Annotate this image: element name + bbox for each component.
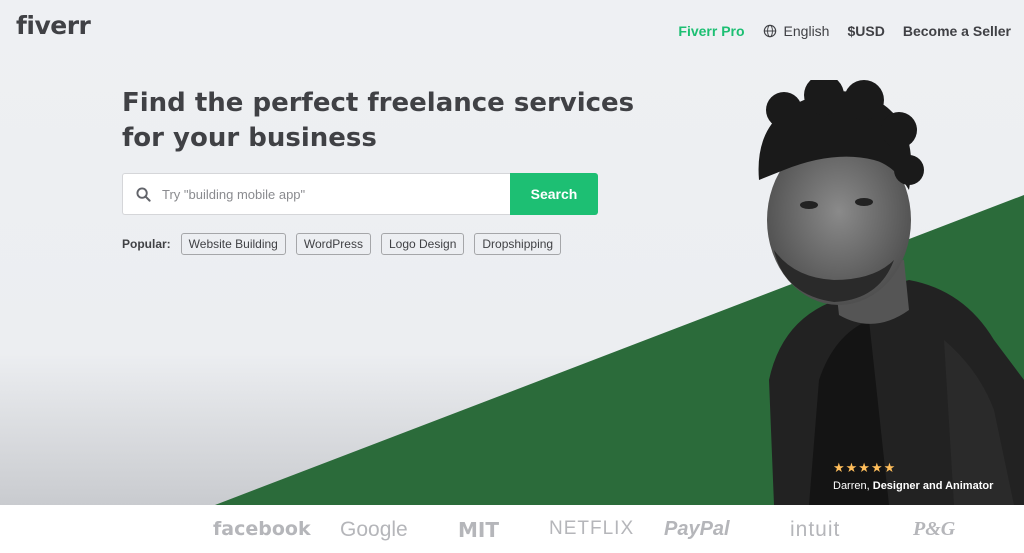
search-button[interactable]: Search <box>510 173 598 215</box>
nav-currency[interactable]: $USD <box>847 23 884 39</box>
globe-icon <box>763 24 776 38</box>
top-header: fiverr Fiverr Pro English $USD Become a … <box>0 0 1024 62</box>
popular-tags: Popular: Website Building WordPress Logo… <box>122 233 571 255</box>
credit-text: Darren, Designer and Animator <box>833 480 993 492</box>
star-icon: ★★★★★ <box>833 460 897 475</box>
nav-language-label: English <box>783 23 830 39</box>
search-input[interactable] <box>162 186 492 202</box>
freelancer-photo <box>758 80 1024 505</box>
nav-fiverr-pro[interactable]: Fiverr Pro <box>678 23 744 39</box>
freelancer-credit: ★★★★★ Darren, Designer and Animator <box>833 460 993 492</box>
popular-label: Popular: <box>122 237 171 251</box>
hero-headline: Find the perfect freelance services for … <box>122 88 635 153</box>
logo-facebook: facebook <box>213 518 311 540</box>
logo-paypal: PayPal <box>664 518 730 540</box>
nav-language[interactable]: English <box>763 23 830 39</box>
credit-role: Designer and Animator <box>872 480 994 492</box>
search-icon <box>136 186 151 202</box>
logo-intuit: intuit <box>790 518 841 541</box>
logo-mit: MIT <box>458 518 499 542</box>
popular-tag-logo-design[interactable]: Logo Design <box>380 233 465 255</box>
logo-pg: P&G <box>913 518 956 540</box>
search-bar: Search <box>122 173 598 215</box>
credit-name: Darren, <box>833 480 870 492</box>
trusted-by-bar <box>0 505 1024 553</box>
logo-google: Google <box>340 518 408 541</box>
top-nav: Fiverr Pro English $USD Become a Seller <box>660 23 1011 39</box>
logo-netflix: NETFLIX <box>549 518 635 539</box>
search-box[interactable] <box>122 173 510 215</box>
fiverr-logo[interactable]: fiverr <box>16 11 91 40</box>
popular-tag-wordpress[interactable]: WordPress <box>295 233 371 255</box>
popular-tag-website-building[interactable]: Website Building <box>180 233 286 255</box>
nav-become-seller[interactable]: Become a Seller <box>903 23 1011 39</box>
popular-tag-dropshipping[interactable]: Dropshipping <box>474 233 562 255</box>
rating-stars: ★★★★★ <box>833 460 993 476</box>
